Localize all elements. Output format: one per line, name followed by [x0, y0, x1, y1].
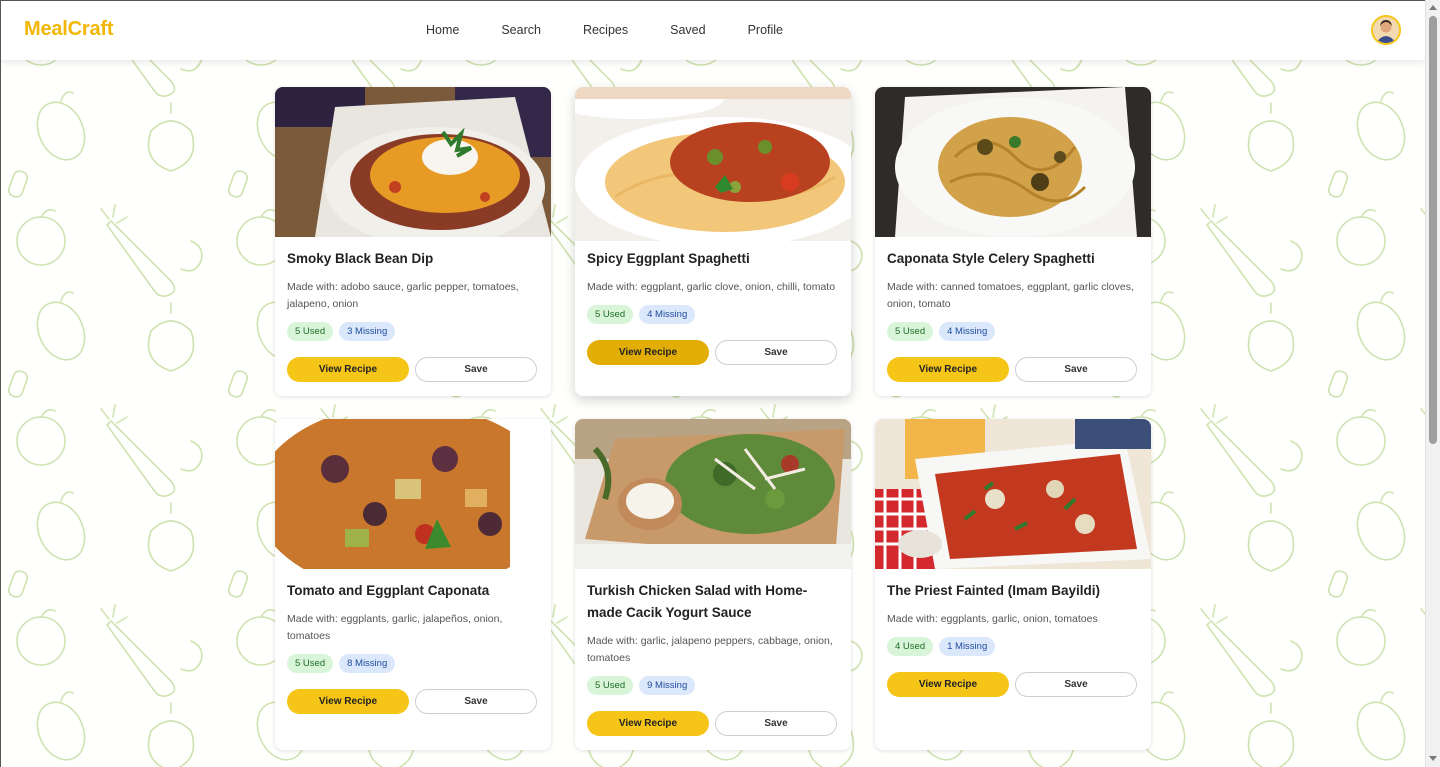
nav-home[interactable]: Home	[405, 21, 480, 39]
missing-count-badge: 4 Missing	[639, 305, 696, 324]
user-avatar[interactable]	[1371, 15, 1401, 45]
view-recipe-button[interactable]: View Recipe	[887, 672, 1009, 697]
recipe-image-turkish-chicken-salad[interactable]	[575, 419, 851, 569]
save-button[interactable]: Save	[715, 711, 837, 736]
recipe-title[interactable]: Caponata Style Celery Spaghetti	[887, 248, 1139, 270]
scrollbar-thumb[interactable]	[1429, 16, 1437, 444]
nav-saved[interactable]: Saved	[649, 21, 726, 39]
page-viewport: MealCraft Home Search Recipes Saved Prof…	[0, 0, 1425, 767]
used-count-badge: 4 Used	[887, 637, 934, 656]
view-recipe-button[interactable]: View Recipe	[287, 689, 409, 714]
recipe-title[interactable]: Tomato and Eggplant Caponata	[287, 580, 539, 602]
used-count-badge: 5 Used	[287, 654, 334, 673]
used-count-badge: 5 Used	[887, 322, 934, 341]
recipe-ingredients: Made with: garlic, jalapeno peppers, cab…	[587, 635, 833, 664]
recipe-image-celery-spaghetti[interactable]	[875, 87, 1151, 237]
used-count-badge: 5 Used	[587, 305, 634, 324]
nav-recipes[interactable]: Recipes	[562, 21, 649, 39]
recipe-ingredients: Made with: eggplants, garlic, onion, tom…	[887, 613, 1098, 625]
missing-count-badge: 3 Missing	[339, 322, 396, 341]
recipe-title[interactable]: Turkish Chicken Salad with Home-made Cac…	[587, 580, 839, 624]
nav-search[interactable]: Search	[480, 21, 562, 39]
scroll-down-arrow-icon[interactable]	[1429, 756, 1437, 761]
view-recipe-button[interactable]: View Recipe	[887, 357, 1009, 382]
save-button[interactable]: Save	[1015, 672, 1137, 697]
recipe-title[interactable]: The Priest Fainted (Imam Bayildi)	[887, 580, 1139, 602]
recipe-ingredients: Made with: adobo sauce, garlic pepper, t…	[287, 281, 519, 310]
top-navigation-bar: MealCraft Home Search Recipes Saved Prof…	[1, 1, 1425, 60]
recipe-ingredients: Made with: canned tomatoes, eggplant, ga…	[887, 281, 1134, 310]
save-button[interactable]: Save	[415, 689, 537, 714]
recipe-ingredients: Made with: eggplants, garlic, jalapeños,…	[287, 613, 503, 642]
recipe-card: Turkish Chicken Salad with Home-made Cac…	[575, 419, 851, 750]
used-count-badge: 5 Used	[287, 322, 334, 341]
view-recipe-button[interactable]: View Recipe	[287, 357, 409, 382]
main-nav: Home Search Recipes Saved Profile	[405, 21, 804, 39]
recipe-image-eggplant-spaghetti[interactable]	[575, 87, 851, 241]
vertical-scrollbar[interactable]	[1425, 0, 1440, 767]
recipe-title[interactable]: Spicy Eggplant Spaghetti	[587, 248, 839, 270]
recipe-image-black-bean-dip[interactable]	[275, 87, 551, 237]
missing-count-badge: 1 Missing	[939, 637, 996, 656]
save-button[interactable]: Save	[415, 357, 537, 382]
view-recipe-button[interactable]: View Recipe	[587, 711, 709, 736]
recipe-card: Tomato and Eggplant Caponata Made with: …	[275, 419, 551, 750]
view-recipe-button[interactable]: View Recipe	[587, 340, 709, 365]
recipe-ingredients: Made with: eggplant, garlic clove, onion…	[587, 281, 836, 293]
missing-count-badge: 8 Missing	[339, 654, 396, 673]
recipe-card: Smoky Black Bean Dip Made with: adobo sa…	[275, 87, 551, 396]
save-button[interactable]: Save	[1015, 357, 1137, 382]
recipe-card: Spicy Eggplant Spaghetti Made with: eggp…	[575, 87, 851, 396]
brand-logo[interactable]: MealCraft	[24, 18, 114, 41]
recipe-image-caponata[interactable]	[275, 419, 551, 569]
used-count-badge: 5 Used	[587, 676, 634, 695]
user-avatar-icon	[1373, 17, 1399, 43]
missing-count-badge: 9 Missing	[639, 676, 696, 695]
nav-profile[interactable]: Profile	[727, 21, 804, 39]
recipe-title[interactable]: Smoky Black Bean Dip	[287, 248, 539, 270]
recipe-card: The Priest Fainted (Imam Bayildi) Made w…	[875, 419, 1151, 750]
recipe-image-imam-bayildi[interactable]	[875, 419, 1151, 569]
save-button[interactable]: Save	[715, 340, 837, 365]
scroll-up-arrow-icon[interactable]	[1429, 5, 1437, 10]
recipe-card: Caponata Style Celery Spaghetti Made wit…	[875, 87, 1151, 396]
missing-count-badge: 4 Missing	[939, 322, 996, 341]
